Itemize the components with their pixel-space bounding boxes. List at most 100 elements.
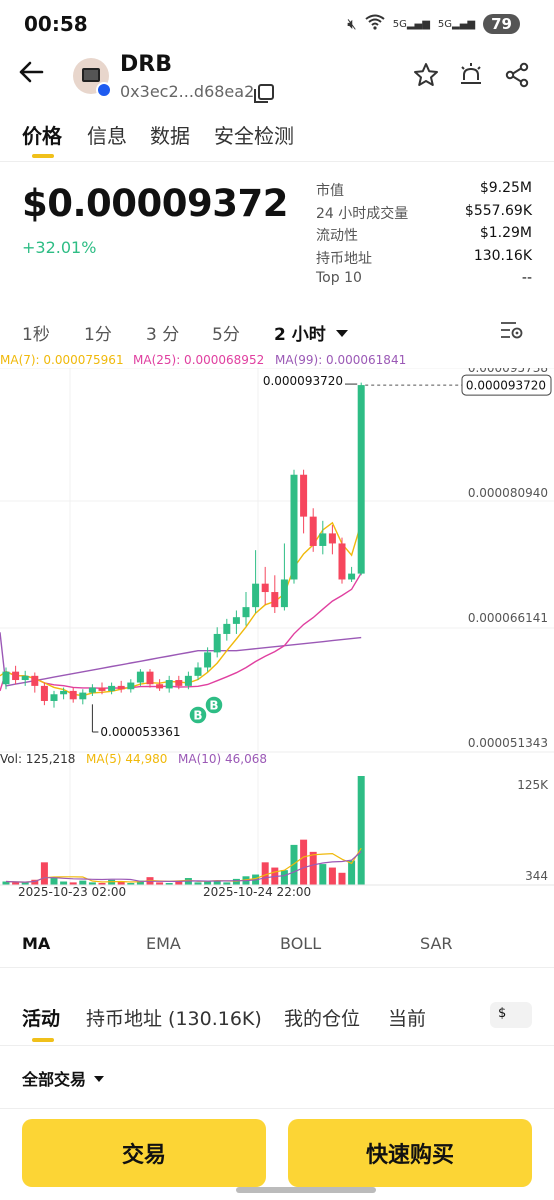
stat-market-cap: 市值 $9.25M bbox=[316, 180, 532, 199]
status-icons: 🔇︎ 5G▂▄▆ 5G▂▄▆ 79 bbox=[347, 14, 520, 34]
tab-info[interactable]: 信息 bbox=[87, 120, 127, 149]
home-indicator bbox=[236, 1187, 376, 1193]
candle-body bbox=[300, 474, 308, 517]
currency-toggle[interactable]: $ bbox=[490, 1002, 532, 1028]
candle-body bbox=[194, 667, 202, 676]
candle-body bbox=[98, 687, 106, 691]
indicator-boll[interactable]: BOLL bbox=[280, 934, 321, 953]
wifi-icon bbox=[365, 14, 385, 34]
interval-2h[interactable]: 2 小时 bbox=[274, 320, 348, 345]
price-chart[interactable]: 0.000095738 0.000080940 0.000066141 0.00005… bbox=[0, 368, 554, 908]
ma99-label: MA(99): 0.000061841 bbox=[275, 353, 407, 367]
candle-body bbox=[280, 579, 288, 608]
buy-marker-label: B bbox=[193, 709, 202, 723]
tab-data[interactable]: 数据 bbox=[150, 120, 190, 149]
tab-my-position[interactable]: 我的仓位 bbox=[284, 1004, 360, 1031]
copy-icon[interactable] bbox=[254, 84, 274, 103]
last-price-label: 0.000093720 bbox=[466, 379, 546, 393]
x-axis-label: 2025-10-24 22:00 bbox=[203, 885, 311, 899]
interval-5m[interactable]: 5分 bbox=[212, 320, 240, 345]
token-stats: 市值 $9.25M 24 小时成交量 $557.69K 流动性 $1.29M 持币地址… bbox=[316, 180, 532, 293]
candle-body bbox=[309, 516, 317, 546]
trade-button[interactable]: 交易 bbox=[22, 1119, 266, 1187]
candle-body bbox=[319, 533, 327, 546]
candle-body bbox=[348, 573, 356, 580]
volume-ma5-label: MA(5) 44,980 bbox=[86, 752, 167, 766]
volume-bar bbox=[50, 878, 58, 885]
candle-body bbox=[242, 607, 250, 618]
candle-body bbox=[31, 675, 39, 686]
candle-body bbox=[156, 684, 164, 689]
chart-settings-icon[interactable] bbox=[500, 320, 524, 340]
volume-bar bbox=[357, 776, 365, 885]
share-icon[interactable] bbox=[504, 62, 530, 88]
volume-bar bbox=[328, 867, 336, 885]
signal-icon: 5G▂▄▆ bbox=[392, 18, 430, 30]
low-price-label: 0.000053361 bbox=[100, 725, 180, 739]
candle-body bbox=[175, 680, 183, 686]
ma25-label: MA(25): 0.000068952 bbox=[133, 353, 265, 367]
ma7-line bbox=[0, 521, 362, 697]
section-tabs: 活动 持币地址 (130.16K) 我的仓位 当前 $ bbox=[0, 998, 554, 1046]
stat-liquidity: 流动性 $1.29M bbox=[316, 225, 532, 245]
candle-body bbox=[50, 694, 58, 701]
price-axis-label: 0.000095738 bbox=[468, 368, 548, 375]
trade-filter[interactable]: 全部交易 bbox=[22, 1066, 105, 1090]
bottom-actions: 交易 快速购买 bbox=[0, 1108, 554, 1200]
ma7-label: MA(7): 0.000075961 bbox=[0, 353, 124, 367]
candle-body bbox=[79, 692, 87, 700]
high-price-label: 0.000093720 bbox=[263, 374, 343, 388]
interval-3m[interactable]: 3 分 bbox=[146, 320, 179, 345]
back-arrow-icon[interactable] bbox=[18, 60, 44, 90]
volume-bar bbox=[300, 839, 308, 885]
indicator-sar[interactable]: SAR bbox=[420, 934, 453, 953]
indicator-ema[interactable]: EMA bbox=[146, 934, 181, 953]
candle-body bbox=[40, 685, 48, 701]
tab-current[interactable]: 当前 bbox=[388, 1004, 426, 1031]
volume-label: Vol: 125,218 bbox=[0, 752, 75, 766]
tab-active-indicator bbox=[32, 154, 54, 158]
status-time: 00:58 bbox=[24, 12, 88, 36]
volume-bar bbox=[280, 870, 288, 885]
ma25-line bbox=[0, 572, 362, 692]
star-icon[interactable] bbox=[413, 62, 439, 88]
candle-body bbox=[261, 583, 269, 593]
token-address[interactable]: 0x3ec2...d68ea2 bbox=[120, 82, 254, 101]
tab-security[interactable]: 安全检测 bbox=[214, 120, 294, 149]
price-axis-label: 0.000066141 bbox=[468, 611, 548, 625]
status-bar: 00:58 🔇︎ 5G▂▄▆ 5G▂▄▆ 79 bbox=[0, 0, 554, 50]
tab-price[interactable]: 价格 bbox=[22, 120, 62, 149]
interval-1s[interactable]: 1秒 bbox=[22, 320, 50, 345]
candle-body bbox=[60, 690, 68, 695]
candle-body bbox=[213, 633, 221, 653]
tab-activity[interactable]: 活动 bbox=[22, 1004, 60, 1031]
volume-bar bbox=[319, 864, 327, 885]
token-symbol: DRB bbox=[120, 52, 172, 77]
tab-holders[interactable]: 持币地址 (130.16K) bbox=[86, 1004, 262, 1031]
candle-body bbox=[271, 592, 279, 608]
interval-1m[interactable]: 1分 bbox=[84, 320, 112, 345]
candle-body bbox=[69, 690, 77, 700]
volume-bar bbox=[40, 862, 48, 885]
signal-icon-2: 5G▂▄▆ bbox=[437, 18, 476, 30]
indicator-ma[interactable]: MA bbox=[22, 934, 50, 953]
volume-ma10-label: MA(10) 46,068 bbox=[178, 752, 267, 766]
quick-buy-button[interactable]: 快速购买 bbox=[288, 1119, 532, 1187]
chevron-down-icon bbox=[335, 330, 348, 337]
battery-indicator: 79 bbox=[483, 14, 520, 34]
price-axis-label: 0.000080940 bbox=[468, 486, 548, 500]
volume-bar bbox=[348, 860, 356, 885]
volume-axis-label: 344 bbox=[525, 869, 548, 883]
stat-holders: 持币地址 130.16K bbox=[316, 247, 532, 267]
candle-body bbox=[232, 617, 240, 624]
candle-body bbox=[2, 671, 10, 685]
candle-body bbox=[328, 533, 336, 544]
candle-body bbox=[21, 675, 29, 681]
volume-axis-label: 125K bbox=[517, 778, 549, 792]
volume-bar bbox=[309, 851, 317, 885]
alert-icon[interactable] bbox=[458, 62, 484, 88]
candle-body bbox=[127, 682, 135, 690]
buy-marker-label: B bbox=[209, 699, 218, 713]
price-change: +32.01% bbox=[22, 238, 97, 257]
mute-icon: 🔇︎ bbox=[347, 15, 357, 33]
